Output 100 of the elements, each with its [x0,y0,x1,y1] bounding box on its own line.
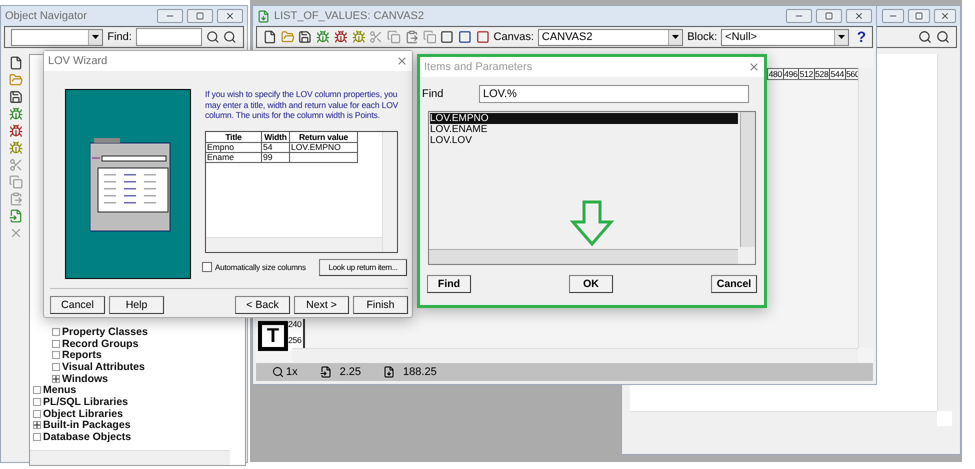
canvas-label: Canvas: [494,31,534,43]
caret-icon[interactable] [672,35,680,39]
tree-item[interactable]: Menus [43,384,76,396]
search-icon[interactable] [936,30,950,44]
find-field[interactable] [136,28,202,46]
maximize-icon [915,12,923,20]
maximize-button[interactable] [187,9,213,23]
x-position: 2.25 [340,366,362,378]
delete-icon[interactable] [9,226,23,240]
tree-item[interactable]: Reports [62,349,102,362]
leaf-box-icon[interactable] [33,433,41,442]
checkbox-label: Automatically size columns [215,262,306,272]
close-icon [225,11,235,21]
table-cell[interactable] [290,153,358,163]
copy-icon[interactable] [387,30,401,44]
maximize-button[interactable] [816,9,842,23]
save-icon[interactable] [9,90,23,104]
paste-icon[interactable] [9,192,23,206]
expand-box-icon[interactable] [52,374,60,383]
save-icon[interactable] [298,30,312,44]
cut-icon[interactable] [369,30,384,44]
finish-button[interactable]: Finish [353,296,408,314]
bug-icon[interactable] [334,30,348,44]
close-icon[interactable] [748,61,760,73]
maximize-icon [196,12,204,20]
expand-box-icon[interactable] [33,421,41,430]
checkbox[interactable] [202,262,212,272]
leaf-box-icon[interactable] [52,328,60,336]
table-cell[interactable]: Empno [206,143,262,153]
cancel-button[interactable]: Cancel [711,275,757,293]
search-icon[interactable] [918,30,932,44]
cut-icon[interactable] [9,158,23,172]
canvas-dropdown[interactable]: CANVAS2 [538,28,684,46]
vertical-scrollbar[interactable] [740,112,755,247]
text-tool-button[interactable]: T [258,321,288,351]
close-button[interactable] [846,9,872,23]
list-item[interactable]: LOV.LOV [430,135,738,146]
minimize-button[interactable] [786,9,812,23]
list-item[interactable]: LOV.ENAME [430,124,738,135]
tree-item[interactable]: Visual Attributes [62,361,145,374]
help-button[interactable]: ? [856,28,866,46]
close-button[interactable] [217,9,243,23]
leaf-box-icon[interactable] [33,386,41,394]
module-dropdown[interactable] [11,28,104,46]
leaf-box-icon[interactable] [33,410,41,418]
paste-icon[interactable] [404,30,419,44]
caret-icon[interactable] [92,35,100,39]
tree-item[interactable]: Object Libraries [43,408,123,420]
tree-item[interactable]: PL/SQL Libraries [43,396,128,408]
bug-icon[interactable] [352,30,366,44]
maximize-button[interactable] [908,9,930,23]
find-label: Find: [107,31,132,43]
maximize-icon [825,12,833,20]
leaf-box-icon[interactable] [52,351,60,360]
tree-item[interactable]: Database Objects [43,431,132,444]
tree-item[interactable]: Built-in Packages [43,419,131,432]
y-position-icon [383,366,396,378]
column-header: Return value [290,132,358,143]
bug-icon[interactable] [9,107,23,121]
table-cell[interactable]: 54 [262,143,290,153]
lookup-button[interactable]: Look up return item... [319,259,407,276]
table-cell[interactable]: Ename [206,153,262,163]
instructions-text: If you wish to specify the LOV column properties, you may enter a title, width and return value for each LOV column. The units for the column width is Points. [205,89,400,120]
block-dropdown[interactable]: <Null> [721,28,849,46]
tree-item[interactable]: Property Classes [62,326,148,338]
cancel-button[interactable]: Cancel [50,296,105,314]
help-button[interactable]: Help [109,296,164,314]
leaf-box-icon[interactable] [52,340,60,348]
close-button[interactable] [934,9,956,23]
new-file-icon[interactable] [263,30,277,44]
leaf-box-icon[interactable] [33,398,41,406]
tree-item[interactable]: Record Groups [62,338,138,350]
zoom-level: 1x [286,366,298,378]
copy-icon[interactable] [9,175,23,189]
create-icon[interactable] [9,209,23,223]
back-button[interactable]: < Back [235,296,290,314]
search-icon[interactable] [223,30,238,44]
table-cell[interactable]: 99 [262,153,290,163]
horizontal-scrollbar[interactable] [429,249,738,264]
table-cell[interactable]: LOV.EMPNO [290,143,358,153]
dialog-title: Items and Parameters [424,61,534,73]
find-button[interactable]: Find [427,275,471,293]
caret-icon[interactable] [838,35,845,39]
minimize-button[interactable] [157,9,183,23]
close-icon [854,11,864,21]
tree-item[interactable]: Windows [62,372,108,385]
new-file-icon[interactable] [9,56,23,70]
bug-icon[interactable] [9,124,23,138]
bug-icon[interactable] [316,30,330,44]
close-icon[interactable] [396,55,408,67]
block-label: Block: [687,31,718,43]
bug-icon[interactable] [9,141,23,155]
down-arrow-drawing [570,200,614,246]
next-button[interactable]: Next > [294,296,349,314]
ok-button[interactable]: OK [569,275,613,293]
list-item[interactable]: LOV.EMPNO [430,113,738,124]
leaf-box-icon[interactable] [52,363,60,372]
search-icon[interactable] [206,30,220,44]
minimize-button[interactable] [882,9,904,23]
find-field[interactable]: LOV.% [479,85,749,103]
